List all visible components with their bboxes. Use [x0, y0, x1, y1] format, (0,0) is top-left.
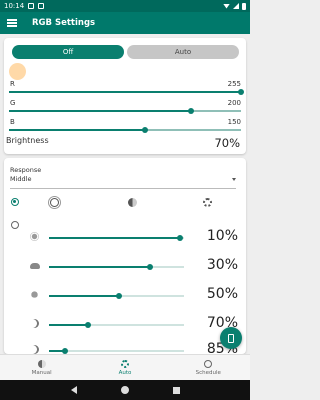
phone-icon	[228, 333, 234, 343]
nav-auto-label: Auto	[118, 369, 132, 376]
g-slider[interactable]	[9, 107, 241, 114]
battery-icon	[242, 2, 246, 10]
intensity-value: 10%	[206, 228, 238, 244]
intensity-slider-thumb[interactable]	[116, 292, 123, 299]
r-slider-thumb[interactable]	[238, 88, 244, 95]
intensity-slider[interactable]	[49, 321, 184, 328]
brightness-value: 70%	[214, 136, 240, 150]
r-slider[interactable]	[9, 88, 244, 95]
intensity-row: 70%	[4, 314, 246, 334]
intensity-row: 85%	[4, 340, 246, 354]
g-label: G	[10, 99, 16, 107]
color-preview-swatch	[9, 63, 26, 80]
intensity-slider[interactable]	[49, 347, 184, 354]
brightness-auto-icon[interactable]	[50, 198, 59, 207]
phone-fab-button[interactable]	[220, 327, 242, 349]
intensity-slider-fill	[49, 324, 89, 326]
b-label: B	[10, 118, 15, 126]
moon-icon	[30, 345, 39, 354]
dropdown-arrow-icon	[232, 178, 236, 181]
app-bar: RGB Settings	[0, 12, 250, 34]
r-value: 255	[227, 80, 241, 88]
intensity-row: 30%	[4, 256, 246, 276]
cloud-icon	[30, 263, 40, 269]
nav-manual-label: Manual	[31, 369, 52, 376]
menu-icon[interactable]	[7, 19, 17, 27]
contrast-icon[interactable]	[128, 198, 137, 207]
intensity-row: 10%	[4, 227, 246, 247]
contrast-icon	[37, 359, 46, 368]
off-toggle-button[interactable]: Off	[12, 45, 124, 59]
b-slider-row: B 150	[9, 118, 243, 134]
system-nav-bar	[0, 380, 250, 400]
nav-schedule-label: Schedule	[195, 369, 221, 376]
sim-icon	[38, 3, 45, 9]
alarm-icon	[204, 359, 213, 368]
app-title: RGB Settings	[32, 18, 96, 28]
nav-auto[interactable]: Auto	[83, 355, 166, 380]
home-icon[interactable]	[120, 386, 129, 394]
g-slider-fill	[9, 110, 191, 112]
response-label: Response	[10, 166, 42, 174]
status-time: 10:14	[4, 2, 25, 10]
intensity-slider[interactable]	[49, 292, 184, 299]
intensity-slider[interactable]	[49, 234, 184, 241]
g-slider-thumb[interactable]	[187, 107, 194, 114]
intensity-slider-thumb[interactable]	[62, 347, 69, 354]
intensity-slider-thumb[interactable]	[176, 234, 183, 241]
intensity-slider-thumb[interactable]	[147, 263, 154, 270]
r-label: R	[10, 80, 15, 88]
settings-icon	[120, 359, 129, 368]
intensity-slider[interactable]	[49, 263, 184, 270]
sun-icon	[31, 233, 38, 240]
intensity-value: 50%	[206, 286, 238, 302]
response-selected: Middle	[10, 175, 32, 183]
bottom-nav: Manual Auto Schedule	[0, 354, 250, 380]
auto-toggle-button[interactable]: Auto	[127, 45, 239, 59]
settings-icon[interactable]	[203, 198, 212, 207]
response-dropdown[interactable]: Middle	[10, 175, 236, 187]
intensity-value: 30%	[206, 257, 238, 273]
intensity-slider-fill	[49, 295, 120, 297]
b-value: 150	[227, 118, 241, 126]
wifi-icon	[223, 3, 230, 9]
intensity-slider-fill	[49, 237, 180, 239]
moon-icon	[30, 319, 39, 328]
nav-manual[interactable]: Manual	[0, 355, 83, 380]
intensity-slider-fill	[49, 266, 151, 268]
g-slider-row: G 200	[9, 99, 243, 115]
r-slider-row: R 255	[9, 80, 244, 96]
r-slider-fill	[9, 91, 241, 93]
g-value: 200	[227, 99, 241, 107]
auto-card: Response Middle 10% 30% 50% 70% 85%	[4, 158, 246, 354]
b-slider-fill	[9, 129, 146, 131]
lightbulb-icon	[31, 291, 38, 298]
status-bar: 10:14	[0, 0, 250, 12]
divider	[10, 188, 236, 189]
notification-icon	[28, 3, 35, 9]
recents-icon[interactable]	[172, 386, 180, 394]
intensity-slider-thumb[interactable]	[85, 321, 92, 328]
back-icon[interactable]	[70, 386, 77, 394]
brightness-label: Brightness	[6, 136, 49, 145]
nav-schedule[interactable]: Schedule	[167, 355, 250, 380]
radio-mode-icons[interactable]	[11, 198, 19, 206]
b-slider-thumb[interactable]	[142, 126, 149, 133]
b-slider[interactable]	[9, 126, 241, 133]
intensity-row: 50%	[4, 285, 246, 305]
signal-icon	[233, 3, 239, 9]
